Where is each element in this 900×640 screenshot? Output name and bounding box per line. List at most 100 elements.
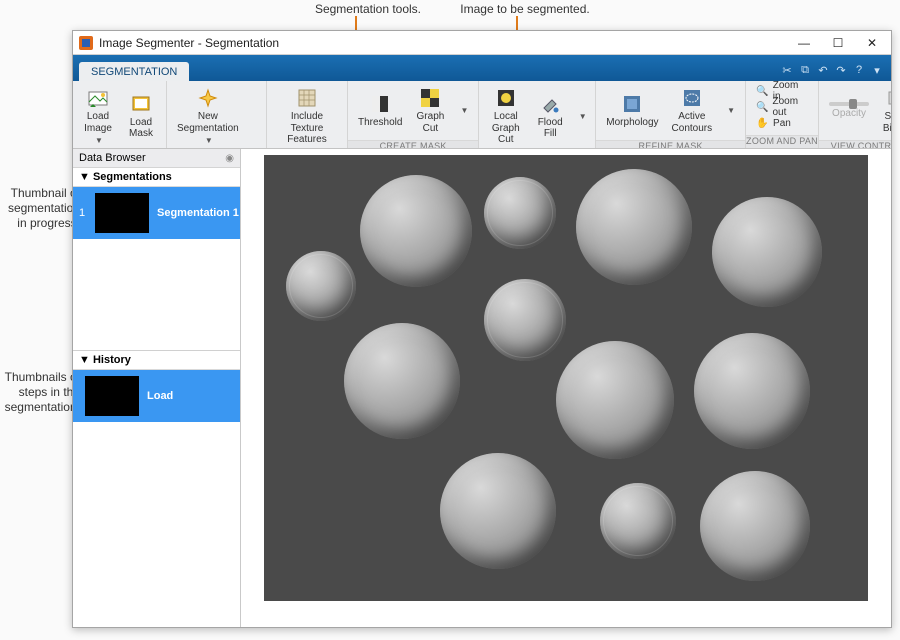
threshold-label: Threshold <box>358 117 402 129</box>
group-viewctrl-label: VIEW CONTROLS <box>819 140 891 148</box>
annot-hist-thumb: Thumbnails of steps in the segmentation. <box>0 370 80 415</box>
new-seg-label: New Segmentation <box>177 111 239 134</box>
history-thumbnail <box>85 376 139 416</box>
qat-more-icon[interactable]: ▾ <box>869 62 885 78</box>
opacity-label: Opacity <box>832 108 866 120</box>
group-newseg: New Segmentation▼ NEW SEGMENTATION <box>167 81 267 148</box>
coin <box>576 169 692 285</box>
close-button[interactable]: ✕ <box>855 32 889 54</box>
zoom-out-icon: 🔍 <box>756 101 768 114</box>
coin <box>556 341 674 459</box>
coin <box>440 453 556 569</box>
coin <box>360 175 472 287</box>
group-zoompan-label: ZOOM AND PAN <box>746 135 818 148</box>
coin <box>484 279 566 361</box>
segmentation-row[interactable]: 1 Segmentation 1 <box>73 187 240 239</box>
history-step-name: Load <box>147 390 173 402</box>
include-texture-button[interactable]: Include Texture Features <box>272 84 342 149</box>
qat-cut-icon[interactable]: ✂ <box>779 62 795 78</box>
sidebar: Data Browser ◉ ▼ Segmentations 1 Segment… <box>73 149 241 627</box>
titlebar: Image Segmenter - Segmentation — ☐ ✕ <box>73 31 891 55</box>
createmask-dropdown[interactable]: ▼ <box>453 103 473 118</box>
pan-label: Pan <box>773 118 791 129</box>
tab-segmentation[interactable]: SEGMENTATION <box>79 62 189 81</box>
group-zoompan: 🔍Zoom in 🔍Zoom out ✋Pan ZOOM AND PAN <box>746 81 819 148</box>
load-image-button[interactable]: Load Image ▼ <box>78 84 118 148</box>
morphology-button[interactable]: Morphology <box>601 90 663 132</box>
chevron-down-icon: ▼ <box>579 112 587 121</box>
coin <box>344 323 460 439</box>
show-binary-button[interactable]: Show Binary <box>877 84 891 137</box>
graphcut-button[interactable]: Graph Cut <box>410 84 450 137</box>
segmentations-list: 1 Segmentation 1 <box>73 187 240 351</box>
active-contours-label: Active Contours <box>672 111 713 134</box>
refine-dropdown[interactable]: ▼ <box>720 103 740 118</box>
image-surface[interactable] <box>264 155 868 601</box>
qat-undo-icon[interactable]: ↶ <box>815 62 831 78</box>
chevron-down-icon: ▼ <box>727 106 735 115</box>
graphcut-icon <box>419 87 441 109</box>
texture-label: Include Texture Features <box>277 111 337 146</box>
segmentations-label: Segmentations <box>93 171 172 183</box>
history-list: Load <box>73 370 240 627</box>
minimize-button[interactable]: — <box>787 32 821 54</box>
chevron-down-icon: ▼ <box>205 136 213 145</box>
coin <box>694 333 810 449</box>
annot-seg-thumb: Thumbnail of segmentation in progress. <box>0 186 80 231</box>
group-refine-label: REFINE MASK <box>596 140 745 148</box>
maximize-button[interactable]: ☐ <box>821 32 855 54</box>
local-graphcut-icon <box>495 87 517 109</box>
qat-help-icon[interactable]: ? <box>851 62 867 78</box>
new-seg-icon <box>197 87 219 109</box>
group-addtomask: Local Graph Cut Flood Fill ▼ ADD TO MASK <box>479 81 596 148</box>
quick-access-toolbar: ✂ ⧉ ↶ ↷ ? ▾ <box>773 59 891 81</box>
panel-close-icon[interactable]: ◉ <box>225 153 234 164</box>
load-mask-icon <box>130 93 152 115</box>
segmentations-header[interactable]: ▼ Segmentations <box>73 168 240 187</box>
chevron-down-icon: ▼ <box>95 136 103 145</box>
tab-strip: SEGMENTATION ✂ ⧉ ↶ ↷ ? ▾ <box>73 55 891 81</box>
annot-image: Image to be segmented. <box>450 2 600 17</box>
threshold-icon <box>369 93 391 115</box>
show-binary-label: Show Binary <box>883 111 891 134</box>
group-createmask-label: CREATE MASK <box>348 140 478 148</box>
pan-button[interactable]: ✋ Pan <box>752 115 795 131</box>
floodfill-icon <box>539 93 561 115</box>
window-title: Image Segmenter - Segmentation <box>99 36 787 50</box>
close-icon: ✕ <box>867 36 877 50</box>
addtomask-dropdown[interactable]: ▼ <box>573 109 590 124</box>
new-segmentation-button[interactable]: New Segmentation ▼ <box>172 84 244 148</box>
data-browser-label: Data Browser <box>79 152 146 164</box>
texture-icon <box>296 87 318 109</box>
coin <box>700 471 810 581</box>
history-label: History <box>93 354 131 366</box>
segmentation-index: 1 <box>77 207 87 219</box>
group-load: Load Image▼ Load Mask LOAD <box>73 81 167 148</box>
morphology-label: Morphology <box>606 117 658 129</box>
active-contours-button[interactable]: Active Contours <box>667 84 718 137</box>
group-refine: Morphology Active Contours ▼ REFINE MASK <box>596 81 746 148</box>
threshold-button[interactable]: Threshold <box>353 90 407 132</box>
load-mask-button[interactable]: Load Mask <box>121 90 161 143</box>
app-window: Image Segmenter - Segmentation — ☐ ✕ SEG… <box>72 30 892 628</box>
pan-icon: ✋ <box>756 117 769 130</box>
coin <box>600 483 676 559</box>
history-header[interactable]: ▼ History <box>73 351 240 370</box>
show-binary-icon <box>886 87 891 109</box>
data-browser-header[interactable]: Data Browser ◉ <box>73 149 240 168</box>
zoom-out-button[interactable]: 🔍Zoom out <box>752 99 812 115</box>
qat-redo-icon[interactable]: ↷ <box>833 62 849 78</box>
group-createmask: Threshold Graph Cut ▼ CREATE MASK <box>348 81 479 148</box>
body: Data Browser ◉ ▼ Segmentations 1 Segment… <box>73 149 891 627</box>
opacity-slider[interactable] <box>829 102 869 106</box>
floodfill-button[interactable]: Flood Fill <box>530 90 570 143</box>
canvas-area <box>241 149 891 627</box>
chevron-down-icon: ▼ <box>460 106 468 115</box>
load-image-label: Load Image <box>84 111 112 134</box>
graphcut-label: Graph Cut <box>417 111 445 134</box>
qat-copy-icon[interactable]: ⧉ <box>797 62 813 78</box>
opacity-control[interactable]: Opacity <box>824 99 874 123</box>
segmentation-thumbnail <box>95 193 149 233</box>
history-row[interactable]: Load <box>73 370 240 422</box>
local-graphcut-button[interactable]: Local Graph Cut <box>484 84 527 149</box>
